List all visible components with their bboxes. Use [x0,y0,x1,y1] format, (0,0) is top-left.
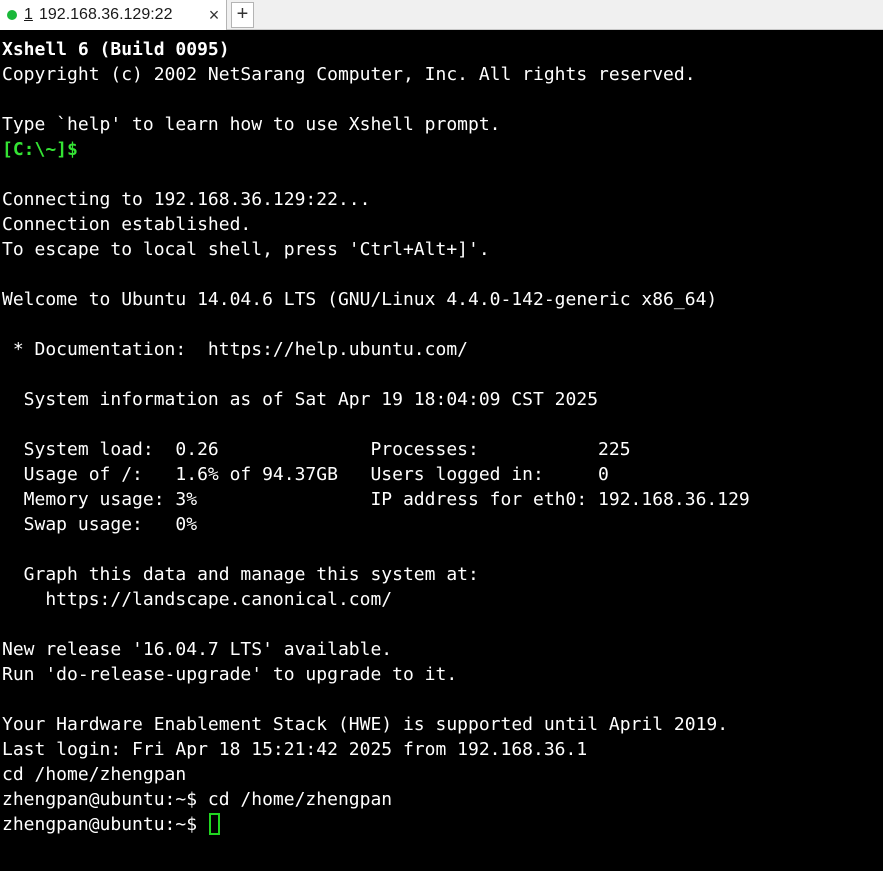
terminal-line: New release '16.04.7 LTS' available. [2,639,393,660]
tab-index: 1 [24,6,33,23]
terminal-line: zhengpan@ubuntu:~$ cd /home/zhengpan [2,789,393,810]
close-tab-icon[interactable]: × [205,5,223,25]
terminal-line: Welcome to Ubuntu 14.04.6 LTS (GNU/Linux… [2,289,718,310]
terminal-line: https://landscape.canonical.com/ [2,589,393,610]
terminal-line: To escape to local shell, press 'Ctrl+Al… [2,239,490,260]
local-shell-prompt: [C:\~]$ [2,139,78,160]
session-tab-bar: 1 192.168.36.129:22 × + [0,0,883,30]
terminal-line: Graph this data and manage this system a… [2,564,479,585]
cursor-block [208,813,220,835]
terminal-output[interactable]: Xshell 6 (Build 0095) Copyright (c) 2002… [0,37,883,871]
session-tab[interactable]: 1 192.168.36.129:22 × [0,0,227,30]
terminal-line: Type `help' to learn how to use Xshell p… [2,114,501,135]
current-input-line[interactable]: zhengpan@ubuntu:~$ [2,812,883,837]
connection-status-icon [7,10,17,20]
terminal-line: Last login: Fri Apr 18 15:21:42 2025 fro… [2,739,588,760]
new-tab-button[interactable]: + [231,2,254,28]
terminal-line: System information as of Sat Apr 19 18:0… [2,389,599,410]
terminal-line: Connecting to 192.168.36.129:22... [2,189,371,210]
terminal-line: Copyright (c) 2002 NetSarang Computer, I… [2,64,696,85]
terminal-line: * Documentation: https://help.ubuntu.com… [2,339,468,360]
tab-title: 192.168.36.129:22 [39,6,173,23]
terminal-line: Usage of /: 1.6% of 94.37GB Users logged… [2,464,609,485]
terminal-line: Memory usage: 3% IP address for eth0: 19… [2,489,750,510]
remote-shell-prompt: zhengpan@ubuntu:~$ [2,814,208,835]
terminal-line: Swap usage: 0% [2,514,198,535]
terminal-line: System load: 0.26 Processes: 225 [2,439,631,460]
terminal-line: Xshell 6 (Build 0095) [2,39,230,60]
terminal-line: Run 'do-release-upgrade' to upgrade to i… [2,664,458,685]
terminal-line: Connection established. [2,214,252,235]
terminal-line: Your Hardware Enablement Stack (HWE) is … [2,714,729,735]
terminal-line: cd /home/zhengpan [2,764,187,785]
